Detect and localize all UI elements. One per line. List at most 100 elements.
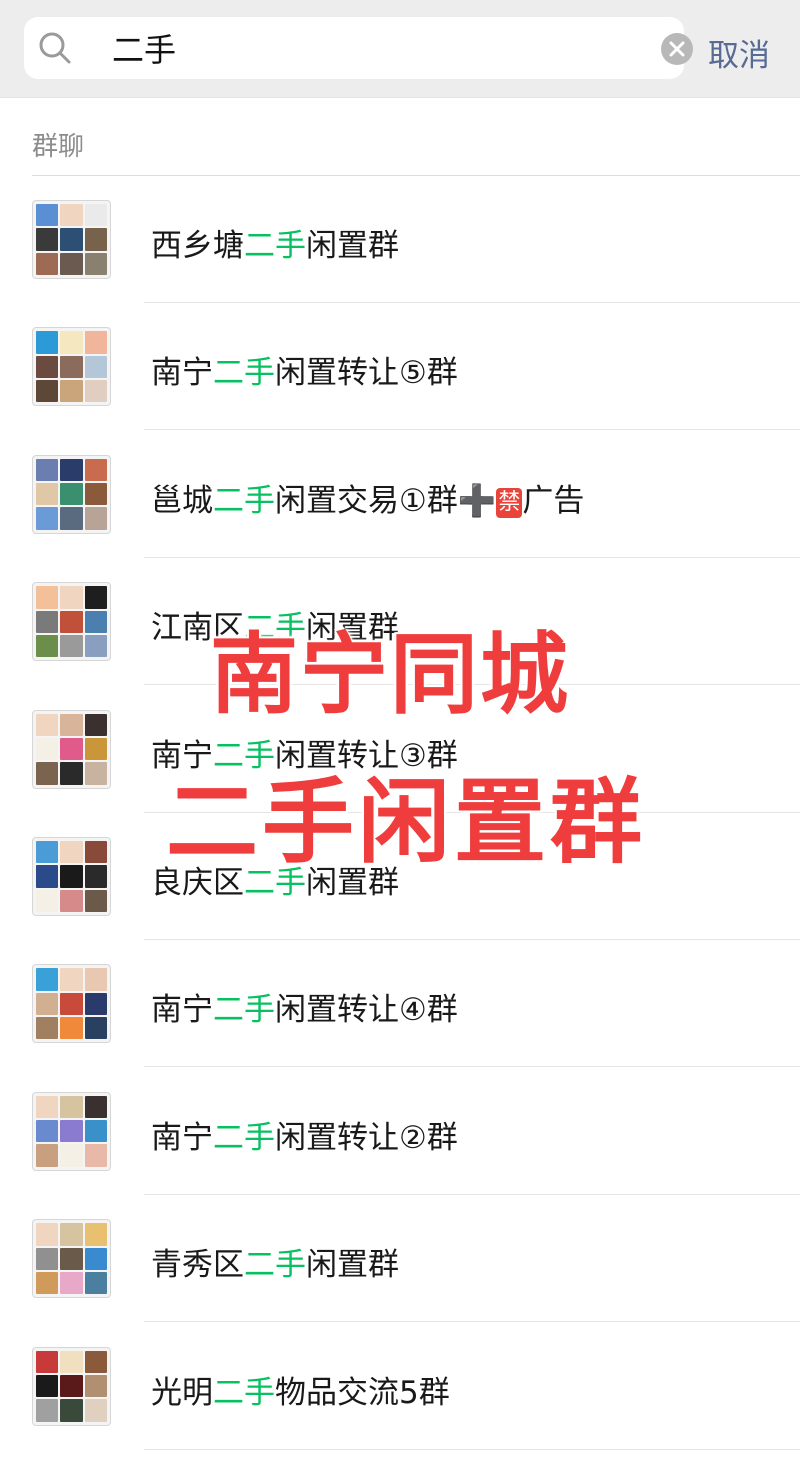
avatar-tile <box>84 380 107 403</box>
avatar-tile <box>36 252 59 275</box>
group-name: 邕城二手闲置交易①群➕禁广告 <box>151 475 584 520</box>
avatar-tile <box>84 586 107 609</box>
avatar-tile <box>60 968 83 991</box>
group-avatar <box>32 1091 111 1171</box>
avatar-tile <box>60 889 83 912</box>
avatar-tile <box>84 1223 107 1246</box>
avatar-tile <box>60 992 83 1016</box>
avatar-tile <box>84 331 107 354</box>
avatar-tile <box>60 634 83 658</box>
search-box[interactable] <box>24 17 693 79</box>
avatar-tile <box>60 507 83 530</box>
avatar-tile <box>36 458 59 482</box>
list-item[interactable]: 青秀区二手闲置群 <box>0 1195 800 1323</box>
avatar-tile <box>60 380 83 403</box>
avatar-tile <box>84 762 107 785</box>
avatar-tile <box>84 713 107 736</box>
avatar-tile <box>60 586 83 609</box>
list-item[interactable]: 光明二手物品交流5群 <box>0 1323 800 1450</box>
avatar-tile <box>36 1095 59 1119</box>
group-name: 南宁二手闲置转让⑤群 <box>151 347 458 392</box>
group-name: 西乡塘二手闲置群 <box>151 220 399 265</box>
group-name-highlight: 二手 <box>213 482 275 519</box>
group-avatar <box>32 582 111 662</box>
list-item[interactable]: 南宁二手闲置转让②群 <box>0 1068 800 1195</box>
list-item[interactable]: 南宁二手闲置转让④群 <box>0 940 800 1068</box>
avatar-tile <box>60 762 83 785</box>
group-name: 光明二手物品交流5群 <box>151 1367 450 1412</box>
avatar-tile <box>36 713 59 736</box>
group-name: 南宁二手闲置转让④群 <box>151 984 458 1029</box>
avatar-tile <box>60 713 83 736</box>
avatar-tile <box>84 252 107 275</box>
avatar-tile <box>84 968 107 991</box>
avatar-tile <box>84 228 107 251</box>
ban-icon: 禁 <box>496 487 523 518</box>
avatar-tile <box>60 458 83 482</box>
avatar-tile <box>60 610 83 633</box>
clear-icon[interactable] <box>661 33 693 65</box>
avatar-tile <box>60 1374 83 1398</box>
group-name-highlight: 二手 <box>213 1374 275 1411</box>
group-avatar <box>32 709 111 789</box>
avatar-tile <box>84 1144 107 1167</box>
avatar-tile <box>60 1144 83 1167</box>
avatar-tile <box>60 483 83 506</box>
group-name-prefix: 青秀区 <box>151 1247 244 1284</box>
avatar-tile <box>60 1017 83 1040</box>
cancel-button[interactable]: 取消 <box>708 30 770 75</box>
avatar-tile <box>36 737 59 761</box>
avatar-tile <box>60 252 83 275</box>
avatar-tile <box>84 355 107 379</box>
avatar-tile <box>84 1247 107 1270</box>
list-item[interactable]: 南宁二手闲置转让⑤群 <box>0 303 800 431</box>
group-name-prefix: 光明 <box>151 1374 213 1411</box>
avatar-tile <box>36 1017 59 1040</box>
avatar-tile <box>60 737 83 761</box>
avatar-tile <box>60 865 83 888</box>
group-name-highlight: 二手 <box>213 355 275 392</box>
group-avatar <box>32 1219 111 1299</box>
group-name-prefix: 邕城 <box>151 482 213 519</box>
group-name-highlight: 二手 <box>213 1119 275 1156</box>
avatar-tile <box>36 507 59 530</box>
group-avatar <box>32 200 111 279</box>
avatar-tile <box>36 1247 59 1270</box>
avatar-tile <box>36 1144 59 1167</box>
avatar-tile <box>36 1350 59 1373</box>
group-name-suffix: 闲置交易①群 <box>275 482 458 519</box>
list-item[interactable]: 西乡塘二手闲置群 <box>0 176 800 303</box>
group-name-prefix: 南宁 <box>151 992 213 1029</box>
group-name-suffix: 闲置转让⑤群 <box>275 355 458 392</box>
avatar-tile <box>84 1271 107 1295</box>
avatar-tile <box>36 355 59 379</box>
avatar-tile <box>36 204 59 227</box>
avatar-tile <box>36 1271 59 1295</box>
avatar-tile <box>84 1374 107 1398</box>
overlay-caption-line2: 二手闲置群 <box>166 769 647 876</box>
group-avatar <box>32 964 111 1044</box>
search-icon <box>38 31 72 65</box>
search-input[interactable] <box>112 25 632 71</box>
avatar-tile <box>60 1271 83 1295</box>
avatar-tile <box>60 204 83 227</box>
group-avatar <box>32 454 111 534</box>
avatar-tile <box>84 1120 107 1143</box>
row-divider <box>144 1448 800 1450</box>
group-name-suffix: 闲置转让④群 <box>275 992 458 1029</box>
avatar-tile <box>60 228 83 251</box>
group-name: 青秀区二手闲置群 <box>151 1239 399 1284</box>
group-avatar <box>32 327 111 407</box>
avatar-tile <box>84 865 107 888</box>
avatar-tile <box>36 380 59 403</box>
avatar-tile <box>84 1095 107 1119</box>
avatar-tile <box>84 889 107 912</box>
search-bar: 取消 <box>0 0 800 98</box>
avatar-tile <box>84 458 107 482</box>
avatar-tile <box>36 762 59 785</box>
avatar-tile <box>36 331 59 354</box>
group-avatar <box>32 837 111 916</box>
avatar-tile <box>84 610 107 633</box>
avatar-tile <box>36 634 59 658</box>
list-item[interactable]: 邕城二手闲置交易①群➕禁广告 <box>0 431 800 558</box>
